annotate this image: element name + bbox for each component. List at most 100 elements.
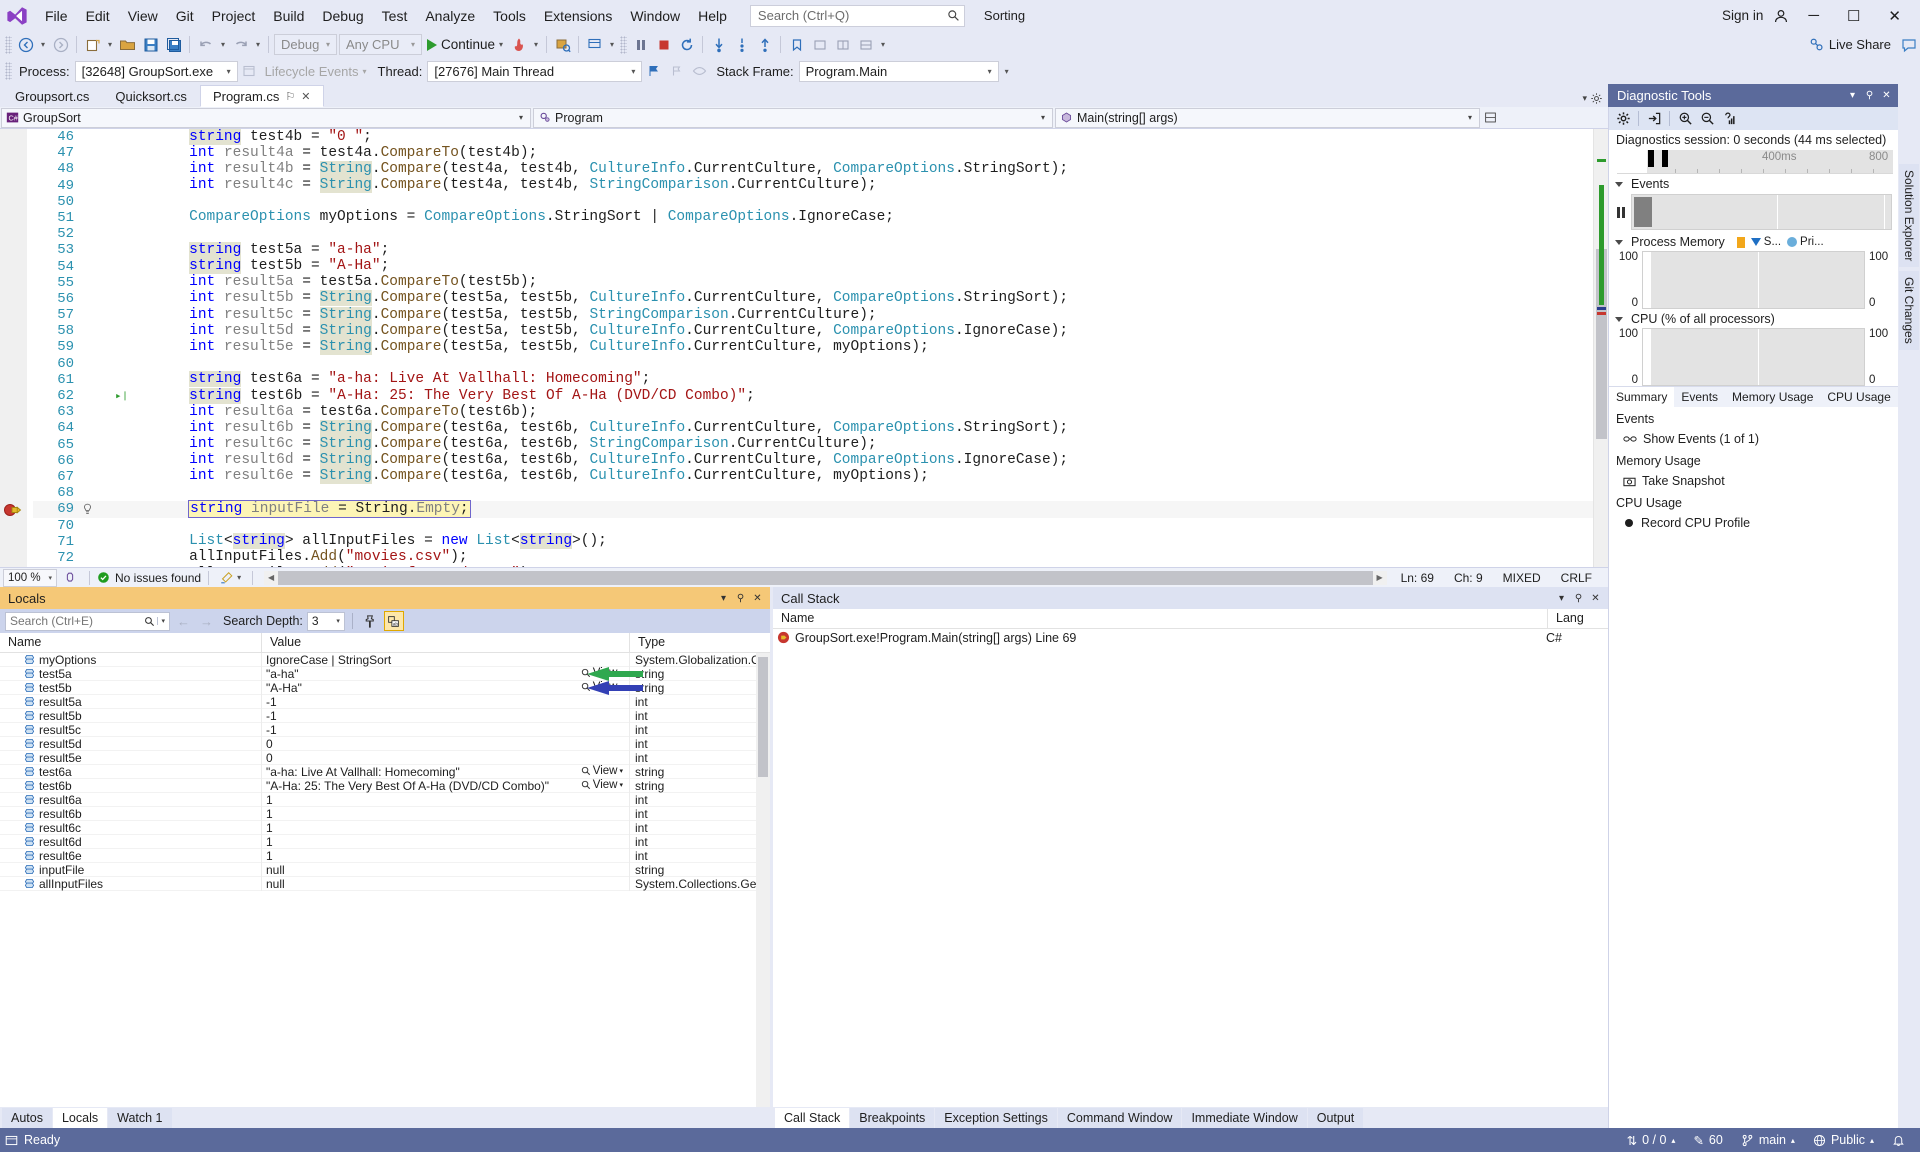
toolbar-grip-2[interactable]	[620, 35, 628, 54]
code-line[interactable]: 51 CompareOptions myOptions = CompareOpt…	[33, 209, 1593, 226]
locals-vertical-scrollbar[interactable]	[756, 653, 770, 1107]
pending-changes-item[interactable]: ✎ 60	[1684, 1128, 1731, 1152]
toolbar-overflow-icon[interactable]: ▾	[877, 34, 889, 56]
live-share-button[interactable]: Live Share	[1809, 37, 1897, 52]
source-control-sync-item[interactable]: ⇅ 0 / 0 ▴	[1618, 1128, 1685, 1152]
step-layout-icon[interactable]	[583, 34, 606, 56]
minimize-button[interactable]: ─	[1799, 5, 1828, 26]
new-project-dropdown-icon[interactable]: ▾	[104, 34, 116, 56]
table-row[interactable]: result5b -1 int	[0, 708, 756, 723]
maximize-button[interactable]: ☐	[1838, 5, 1869, 27]
code-line[interactable]: 65 int result6c = String.Compare(test6a,…	[33, 436, 1593, 453]
branch-item[interactable]: main ▴	[1732, 1128, 1804, 1152]
table-row[interactable]: result6d 1 int	[0, 834, 756, 849]
cpu-section-header[interactable]: CPU (% of all processors)	[1609, 309, 1898, 328]
column-header-name[interactable]: Name	[773, 609, 1548, 628]
locals-value-cell[interactable]: -1	[262, 708, 630, 723]
close-button[interactable]: ✕	[1879, 5, 1910, 27]
repository-visibility-item[interactable]: Public ▴	[1804, 1128, 1883, 1152]
hot-reload-icon[interactable]	[507, 34, 530, 56]
cpu-chart[interactable]: 100 0 100 0	[1614, 328, 1893, 386]
code-line[interactable]: 71 List<string> allInputFiles = new List…	[33, 533, 1593, 550]
menu-project[interactable]: Project	[203, 4, 265, 28]
locals-value-cell[interactable]: null	[262, 876, 630, 891]
process-memory-section-header[interactable]: Process Memory S... Pri...	[1609, 232, 1898, 251]
call-stack-dropdown-icon[interactable]: ▾	[1553, 590, 1570, 607]
code-editor[interactable]: 46 string test4b = "0 "; 47 int result4a …	[0, 129, 1608, 567]
table-row[interactable]: result5c -1 int	[0, 722, 756, 737]
code-surface[interactable]: 46 string test4b = "0 "; 47 int result4a …	[33, 129, 1593, 567]
table-row[interactable]: result6b 1 int	[0, 806, 756, 821]
tab-exception-settings[interactable]: Exception Settings	[935, 1108, 1057, 1128]
code-cleanup-icon[interactable]	[216, 571, 237, 585]
editor-horizontal-scrollbar[interactable]: ◀ ▶	[264, 570, 1387, 585]
code-line[interactable]: 67 int result6e = String.Compare(test6a,…	[33, 468, 1593, 485]
step-into-icon[interactable]	[707, 34, 730, 56]
break-all-icon[interactable]	[629, 34, 652, 56]
menu-analyze[interactable]: Analyze	[416, 4, 484, 28]
code-line[interactable]: 73 allInputFiles.Add("moviesforwards.txt…	[33, 566, 1593, 567]
table-row[interactable]: test6b "A-Ha: 25: The Very Best Of A-Ha (…	[0, 778, 756, 793]
string-visualizer-button[interactable]: View▾	[581, 765, 623, 777]
menu-view[interactable]: View	[119, 4, 167, 28]
tab-watch-1[interactable]: Watch 1	[108, 1108, 172, 1128]
locals-value-cell[interactable]: 1	[262, 834, 630, 849]
close-icon[interactable]: ✕	[301, 90, 310, 103]
call-stack-row[interactable]: GroupSort.exe!Program.Main(string[] args…	[773, 629, 1608, 646]
locals-value-cell[interactable]: 1	[262, 820, 630, 835]
navigate-forward-icon[interactable]	[49, 34, 72, 56]
sign-in-label[interactable]: Sign in	[1722, 8, 1763, 23]
navbar-type-combo[interactable]: Program ▾	[533, 107, 1053, 128]
locals-value-cell[interactable]: "a-ha"View▾	[262, 666, 643, 681]
pin-icon[interactable]: ⚐	[285, 90, 295, 103]
locals-value-cell[interactable]: 1	[262, 792, 630, 807]
scroll-right-icon[interactable]: ▶	[1373, 571, 1387, 585]
column-header-lang[interactable]: Lang	[1548, 609, 1608, 628]
save-all-icon[interactable]	[162, 34, 185, 56]
redo-dropdown-icon[interactable]: ▾	[252, 34, 264, 56]
code-line[interactable]: 56 int result5b = String.Compare(test5a,…	[33, 290, 1593, 307]
stack-frame-combo[interactable]: Program.Main ▾	[798, 60, 999, 82]
locals-value-cell[interactable]: -1	[262, 722, 630, 737]
thread-combo[interactable]: [27676] Main Thread ▾	[427, 60, 643, 82]
navbar-project-combo[interactable]: C# GroupSort ▾	[1, 107, 531, 128]
hot-reload-dropdown-icon[interactable]: ▾	[530, 34, 542, 56]
locals-value-cell[interactable]: null	[262, 862, 630, 877]
solution-platform-combo[interactable]: Any CPU ▾	[339, 34, 422, 55]
locals-pin-icon[interactable]: ⚲	[732, 590, 749, 607]
locals-value-cell[interactable]: 0	[262, 736, 630, 751]
column-header-type[interactable]: Type	[630, 633, 770, 652]
table-row[interactable]: myOptions IgnoreCase | StringSort System.G…	[0, 653, 756, 667]
tab-events[interactable]: Events	[1674, 387, 1725, 407]
vtab-git-changes[interactable]: Git Changes	[1899, 271, 1919, 351]
pin-to-source-icon[interactable]	[360, 611, 380, 631]
zoom-in-icon[interactable]	[1675, 109, 1695, 129]
summary-record-cpu-row[interactable]: Record CPU Profile	[1609, 513, 1898, 533]
tab-memory-usage[interactable]: Memory Usage	[1725, 387, 1820, 407]
settings-gear-icon[interactable]	[1613, 109, 1633, 129]
summary-take-snapshot-row[interactable]: Take Snapshot	[1609, 471, 1898, 491]
debugbar-overflow-icon[interactable]: ▾	[999, 67, 1009, 76]
intellisense-icon[interactable]	[57, 571, 82, 585]
open-file-icon[interactable]	[116, 34, 139, 56]
zoom-level-combo[interactable]: 100 % ▾	[3, 568, 57, 587]
notifications-item[interactable]	[1883, 1128, 1914, 1152]
tab-quicksort-cs[interactable]: Quicksort.cs	[102, 85, 200, 107]
menu-git[interactable]: Git	[167, 4, 203, 28]
tab-breakpoints[interactable]: Breakpoints	[850, 1108, 935, 1128]
table-row[interactable]: result5a -1 int	[0, 694, 756, 709]
tab-call-stack[interactable]: Call Stack	[775, 1108, 850, 1128]
code-line[interactable]: 55 int result5a = test5a.CompareTo(test5…	[33, 274, 1593, 291]
column-header-name[interactable]: Name	[0, 633, 262, 652]
code-line[interactable]: 60	[33, 356, 1593, 372]
call-stack-header[interactable]: Call Stack ▾ ⚲ ✕	[773, 587, 1608, 609]
menu-edit[interactable]: Edit	[77, 4, 119, 28]
call-stack-body[interactable]: GroupSort.exe!Program.Main(string[] args…	[773, 629, 1608, 1107]
navbar-member-combo[interactable]: Main(string[] args) ▾	[1055, 107, 1480, 128]
search-previous-icon[interactable]: ←	[174, 614, 193, 629]
undo-icon[interactable]	[194, 34, 217, 56]
toolbar-grip[interactable]	[5, 35, 12, 54]
code-line[interactable]: 47 int result4a = test4a.CompareTo(test4…	[33, 145, 1593, 162]
code-line[interactable]: 64 int result6b = String.Compare(test6a,…	[33, 419, 1593, 436]
save-icon[interactable]	[139, 34, 162, 56]
